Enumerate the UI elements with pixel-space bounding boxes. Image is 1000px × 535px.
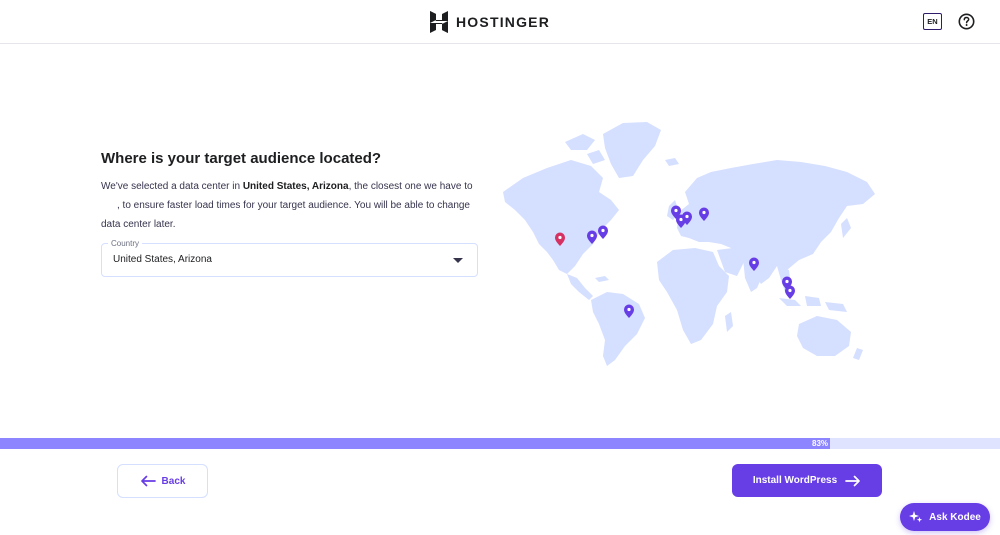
back-button[interactable]: Back <box>117 464 208 498</box>
arrow-left-icon <box>140 475 156 487</box>
ask-kodee-label: Ask Kodee <box>929 511 981 523</box>
country-label: Country <box>108 238 143 249</box>
progress-label: 83% <box>812 439 829 448</box>
map-marker[interactable] <box>598 225 608 240</box>
description-line2: , to ensure faster load times for your t… <box>101 200 470 230</box>
location-panel: Where is your target audience located? W… <box>101 150 481 234</box>
description-location: United States, Arizona <box>242 181 349 192</box>
world-map <box>503 122 875 366</box>
language-selector[interactable]: EN <box>923 13 942 30</box>
top-bar: HOSTINGER EN <box>0 0 1000 44</box>
install-wordpress-button[interactable]: Install WordPress <box>732 464 882 497</box>
map-marker[interactable] <box>785 285 795 300</box>
progress-fill <box>0 438 830 449</box>
back-button-label: Back <box>161 475 186 487</box>
brand-logo[interactable]: HOSTINGER <box>430 10 550 34</box>
arrow-right-icon <box>845 475 860 486</box>
country-select[interactable]: Country United States, Arizona <box>101 238 478 277</box>
install-button-label: Install WordPress <box>752 475 838 486</box>
help-circle-icon[interactable] <box>958 13 975 30</box>
page-title: Where is your target audience located? <box>101 150 382 167</box>
description-prefix: We've selected a data center in <box>101 181 243 192</box>
description-middle: , the closest one we have to <box>348 181 473 192</box>
progress-bar: 83% <box>0 438 1000 449</box>
description: We've selected a data center in United S… <box>101 177 481 234</box>
language-label: EN <box>927 17 938 26</box>
chevron-down-icon <box>453 258 463 263</box>
sparkle-icon <box>909 511 923 523</box>
brand-name: HOSTINGER <box>456 14 551 30</box>
hostinger-logo-icon <box>430 11 448 33</box>
country-value: United States, Arizona <box>113 254 212 265</box>
ask-kodee-button[interactable]: Ask Kodee <box>900 503 990 531</box>
